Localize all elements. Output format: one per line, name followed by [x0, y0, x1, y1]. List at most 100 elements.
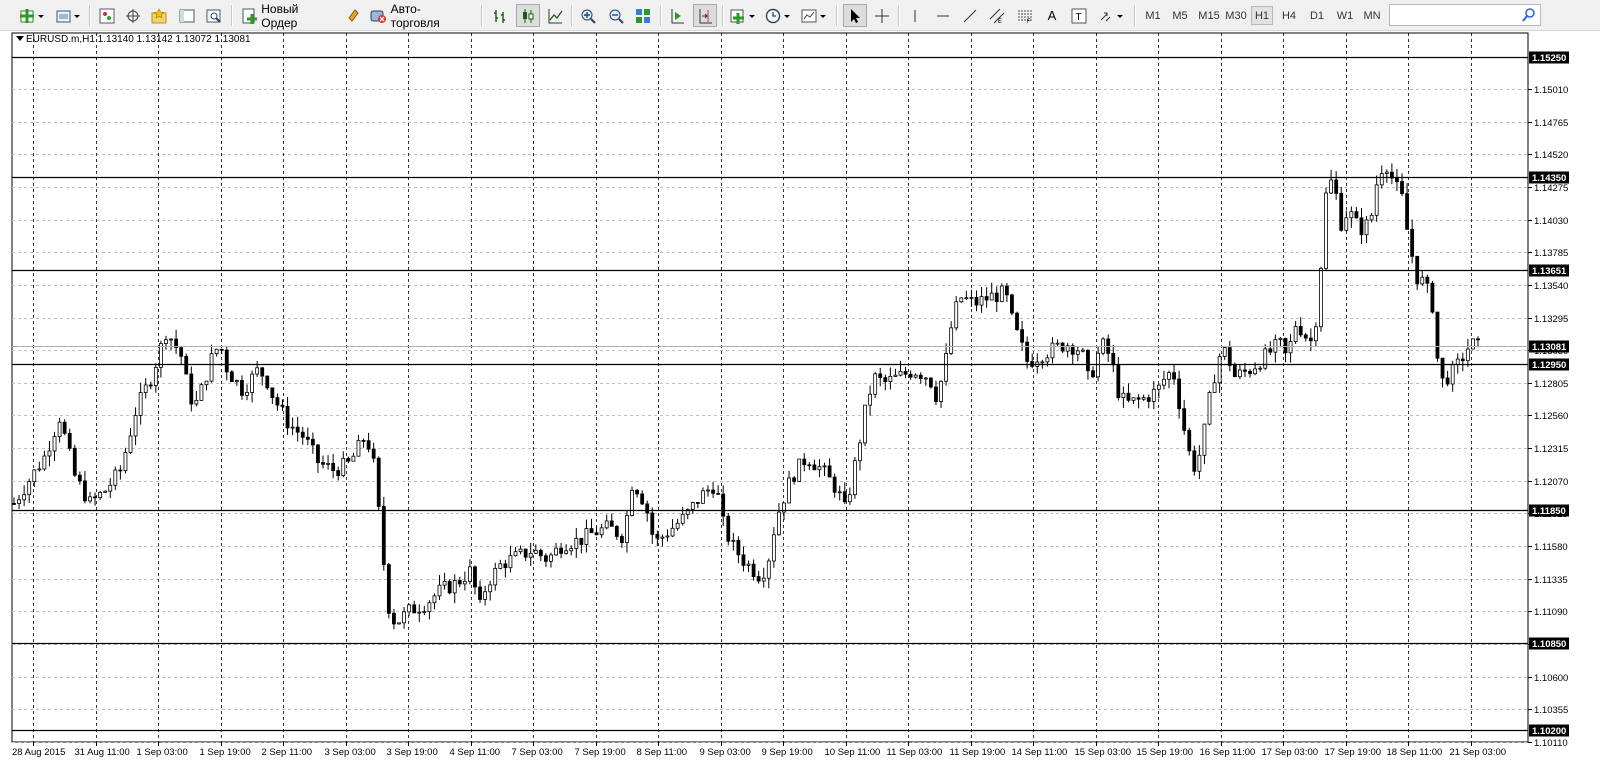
candlestick-chart-button[interactable] [516, 4, 540, 27]
candle-body [1202, 423, 1207, 456]
chart-window[interactable]: 1.15010 1.14765 1.14520 1.14275 1.14030 1.137… [0, 31, 1600, 779]
candle-body [12, 503, 16, 505]
indicators-icon [730, 9, 755, 24]
chart-menu-chevron-icon[interactable] [16, 36, 24, 41]
periods-button[interactable] [763, 4, 793, 27]
x-tick-label: 7 Sep 03:00 [512, 747, 563, 758]
candle-body [989, 292, 994, 301]
y-tick-label: 1.13540 [1534, 281, 1568, 292]
candle-body [336, 470, 341, 476]
horizontal-line-button[interactable] [932, 4, 954, 27]
candle-body [1151, 388, 1156, 402]
price-chart[interactable]: 1.15010 1.14765 1.14520 1.14275 1.14030 1.137… [0, 31, 1600, 779]
bar-chart-button[interactable] [489, 4, 511, 27]
candle-body [1146, 397, 1151, 402]
cursor-tool-button[interactable] [843, 4, 867, 27]
candle-body [386, 564, 391, 614]
candle-body [1141, 397, 1146, 400]
x-tick-label: 3 Sep 03:00 [325, 747, 376, 758]
zoom-out-icon [609, 9, 624, 24]
text-label-button[interactable]: T [1068, 4, 1090, 27]
search-input[interactable] [1392, 6, 1516, 26]
data-window-button[interactable] [122, 4, 144, 27]
candle-body [751, 563, 756, 577]
timeframe-d1[interactable]: D1 [1306, 6, 1328, 25]
text-tool-button[interactable]: A [1041, 4, 1063, 27]
candle-body [366, 440, 371, 450]
y-tick-label: 1.13785 [1534, 248, 1568, 259]
candle-body [305, 436, 310, 440]
candle-body [883, 377, 888, 383]
indicators-button[interactable] [728, 4, 758, 27]
candle-body [1232, 365, 1237, 378]
timeframe-w1[interactable]: W1 [1333, 6, 1357, 25]
profiles-button[interactable] [53, 4, 83, 27]
zoom-in-button[interactable] [577, 4, 599, 27]
zoom-out-button[interactable] [605, 4, 627, 27]
candle-body [554, 547, 558, 556]
candle-body [619, 536, 624, 543]
new-chart-button[interactable] [17, 4, 47, 27]
x-tick-label: 15 Sep 19:00 [1137, 747, 1194, 758]
autotrading-button[interactable]: Авто-торговля [343, 2, 473, 30]
candle-body [22, 494, 27, 501]
candle-body [113, 469, 118, 486]
terminal-button[interactable] [176, 4, 198, 27]
candle-body [1339, 193, 1344, 231]
new-order-icon [242, 8, 257, 24]
candle-body [680, 513, 685, 524]
candle-body [432, 595, 437, 604]
candle-body [777, 511, 781, 536]
timeframe-h4[interactable]: H4 [1278, 6, 1300, 25]
timeframe-m1[interactable]: M1 [1142, 6, 1164, 25]
timeframe-m15[interactable]: M15 [1196, 6, 1222, 25]
search-box[interactable] [1389, 4, 1541, 26]
trendline-button[interactable] [959, 4, 981, 27]
candle-body [1384, 171, 1389, 174]
candle-body [1273, 339, 1278, 353]
timeframe-mn[interactable]: MN [1360, 6, 1384, 25]
candle-body [923, 377, 928, 380]
expert-stop-icon [370, 10, 386, 23]
new-order-button[interactable]: Новый Ордер [238, 2, 338, 30]
fibonacci-icon: F [1018, 10, 1032, 24]
line-chart-button[interactable] [544, 4, 566, 27]
search-icon[interactable] [1522, 7, 1536, 23]
candle-body [498, 563, 503, 569]
level-price-label: 1.10200 [1532, 726, 1566, 737]
x-tick-label: 16 Sep 11:00 [1200, 747, 1256, 758]
candle-body [645, 503, 650, 514]
market-watch-button[interactable] [96, 4, 118, 27]
text-label-icon: T [1071, 8, 1087, 23]
timeframe-h1[interactable]: H1 [1251, 6, 1273, 25]
arrows-button[interactable] [1096, 4, 1126, 27]
fibonacci-button[interactable]: F [1014, 4, 1036, 27]
candle-body [559, 547, 564, 554]
equidistant-channel-button[interactable]: E [986, 4, 1008, 27]
strategy-tester-button[interactable] [203, 4, 225, 27]
candle-body [604, 520, 609, 529]
tile-windows-button[interactable] [632, 4, 654, 27]
candle-body [513, 551, 518, 557]
chart-shift-button[interactable] [693, 4, 717, 27]
vertical-line-icon [914, 9, 916, 22]
candle-body [868, 393, 873, 406]
candle-body [954, 301, 959, 329]
navigator-button[interactable] [148, 4, 170, 27]
level-price-label: 1.15250 [1532, 53, 1566, 64]
crosshair-tool-button[interactable] [871, 4, 893, 27]
new-chart-icon [20, 8, 44, 23]
timeframe-m30[interactable]: M30 [1223, 6, 1249, 25]
vertical-line-button[interactable] [904, 4, 926, 27]
candle-body [1308, 337, 1313, 342]
level-price-label: 1.13651 [1532, 266, 1567, 277]
candle-body [1222, 347, 1227, 357]
candle-body [1207, 392, 1212, 425]
templates-button[interactable] [799, 4, 829, 27]
timeframe-m5[interactable]: M5 [1168, 6, 1192, 25]
autoscroll-button[interactable] [666, 4, 688, 27]
candle-body [650, 512, 655, 535]
candle-body [457, 580, 462, 585]
candle-body [508, 555, 513, 569]
candle-body [1293, 326, 1298, 342]
